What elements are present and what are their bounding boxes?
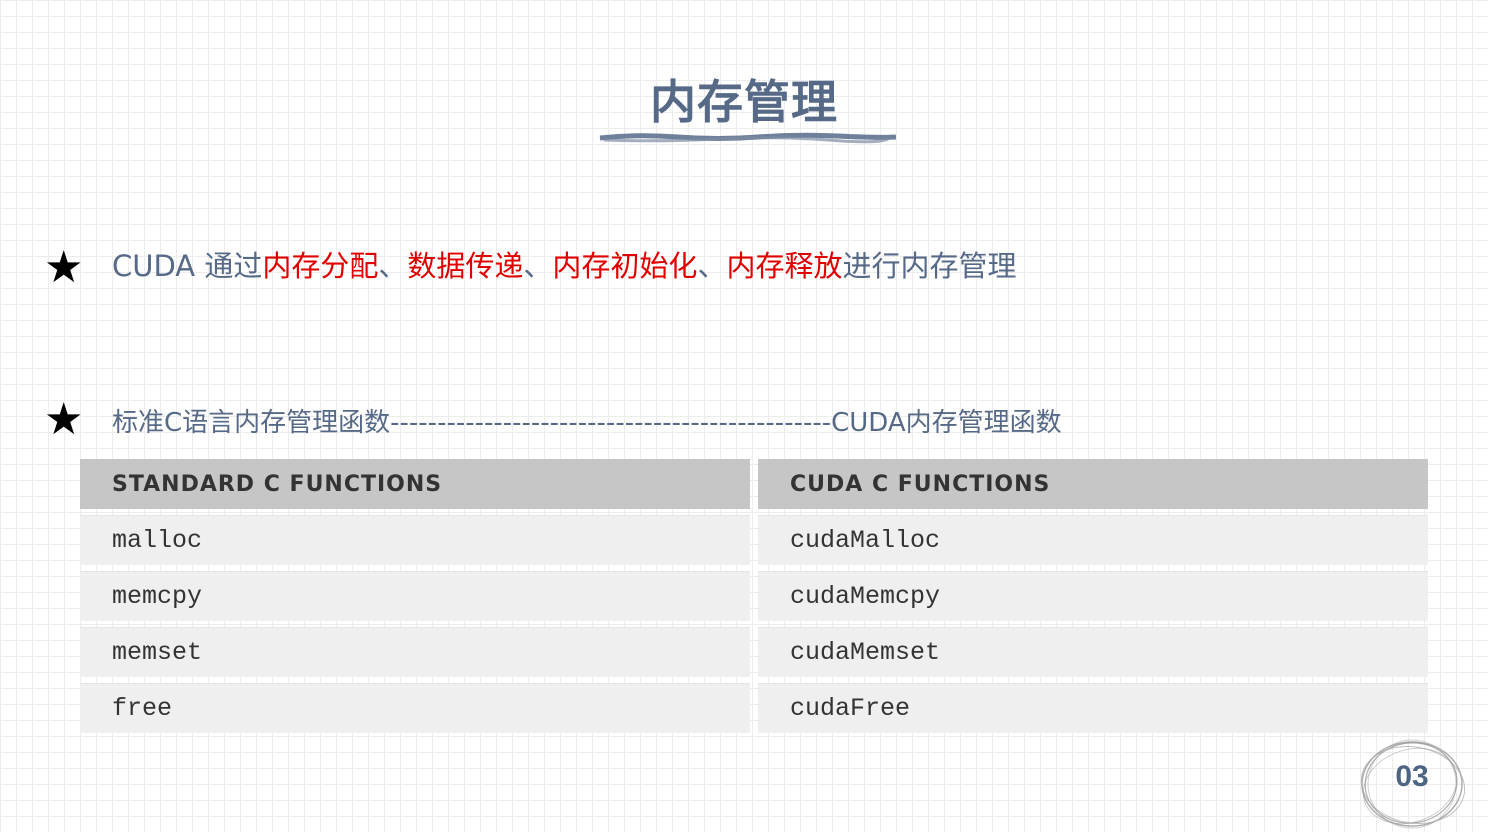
cell-cuda: cudaMalloc xyxy=(758,515,1428,565)
bullet-text-1: CUDA 通过内存分配、数据传递、内存初始化、内存释放进行内存管理 xyxy=(112,246,1016,286)
cell-standard: free xyxy=(80,683,750,733)
cell-standard: memset xyxy=(80,627,750,677)
table-header-row: STANDARD C FUNCTIONS CUDA C FUNCTIONS xyxy=(80,459,1428,509)
slide-title: 内存管理 xyxy=(650,75,838,129)
function-table: STANDARD C FUNCTIONS CUDA C FUNCTIONS ma… xyxy=(80,459,1428,739)
title-underline-brush xyxy=(599,132,897,144)
star-bullet-icon: ★ xyxy=(44,394,84,445)
bullet1-suffix: 进行内存管理 xyxy=(842,249,1017,283)
bullet1-item-alloc: 内存分配 xyxy=(262,249,379,283)
bullet1-item-init: 内存初始化 xyxy=(552,249,698,283)
table-row: malloc cudaMalloc xyxy=(80,515,1428,565)
cell-cuda: cudaMemset xyxy=(758,627,1428,677)
bullet1-separator: 、 xyxy=(523,249,553,283)
table-row: memcpy cudaMemcpy xyxy=(80,571,1428,621)
bullet1-prefix: CUDA 通过 xyxy=(112,249,263,283)
header-standard-c: STANDARD C FUNCTIONS xyxy=(80,459,750,509)
bullet1-item-transfer: 数据传递 xyxy=(407,249,524,283)
table-row: memset cudaMemset xyxy=(80,627,1428,677)
cell-standard: memcpy xyxy=(80,571,750,621)
bullet1-item-free: 内存释放 xyxy=(726,249,843,283)
header-cuda-c: CUDA C FUNCTIONS xyxy=(758,459,1428,509)
bullet1-separator: 、 xyxy=(378,249,408,283)
table-row: free cudaFree xyxy=(80,683,1428,733)
cell-standard: malloc xyxy=(80,515,750,565)
cell-cuda: cudaFree xyxy=(758,683,1428,733)
bullet1-separator: 、 xyxy=(697,249,727,283)
page-number: 03 xyxy=(1395,760,1429,793)
star-bullet-icon: ★ xyxy=(44,242,84,293)
cell-cuda: cudaMemcpy xyxy=(758,571,1428,621)
bullet-text-2: 标准C语言内存管理函数-----------------------------… xyxy=(112,408,1062,438)
